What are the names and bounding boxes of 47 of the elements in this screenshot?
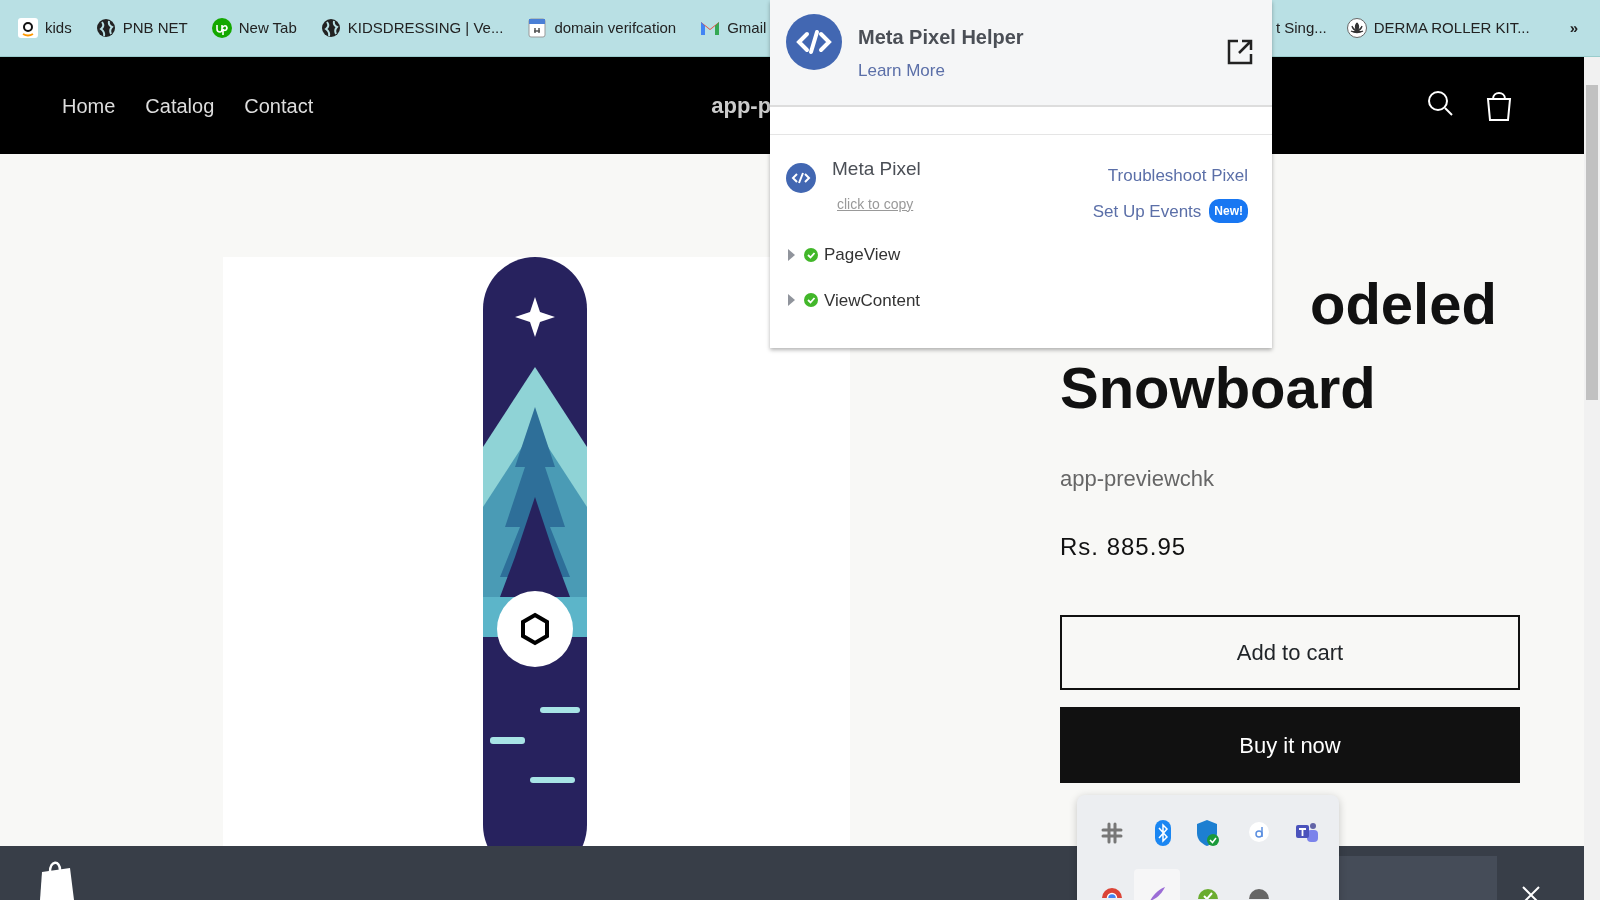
vendor-name: app-previewchk (1060, 465, 1216, 493)
bookmark-link[interactable]: KIDSDRESSING | Ve... (320, 16, 504, 40)
store-name[interactable]: app-p (711, 89, 772, 122)
bluetooth-icon[interactable] (1155, 820, 1171, 846)
bookmark-link[interactable]: Gmail (700, 16, 767, 40)
bookmark-link[interactable]: t Sing... (1275, 16, 1327, 40)
shopping-bag-icon (38, 860, 76, 900)
document-icon (527, 18, 548, 38)
nav-link[interactable]: Catalog (145, 90, 215, 121)
globe-icon (95, 18, 116, 38)
add-to-cart-button[interactable]: Add to cart (1060, 615, 1520, 690)
code-brackets-icon (786, 163, 816, 193)
shopping-bag-icon[interactable] (1485, 89, 1513, 122)
product-price: Rs. 885.95 (1060, 532, 1188, 562)
bookmark-link[interactable]: DERMA ROLLER KIT... (1346, 16, 1530, 40)
bookmark-link[interactable]: kids (18, 16, 72, 40)
more-bookmarks-button[interactable]: » (1569, 16, 1578, 40)
external-link-icon[interactable] (1226, 38, 1254, 66)
troubleshoot-link[interactable]: Troubleshoot Pixel (1107, 163, 1248, 189)
setup-events-link[interactable]: Set Up Events (1092, 198, 1202, 224)
learn-more-link[interactable]: Learn More (858, 58, 945, 84)
feather-icon (1148, 887, 1166, 900)
product-title: odeled Snowboard (1060, 270, 1498, 422)
search-icon[interactable] (1427, 89, 1453, 116)
caret-right-icon[interactable] (786, 294, 796, 307)
pixel-name: Meta Pixel (832, 157, 921, 181)
event-name[interactable]: PageView (824, 242, 901, 268)
scrollbar-thumb[interactable] (1586, 85, 1598, 400)
letter-d-icon[interactable] (1249, 821, 1269, 843)
nav-link[interactable]: Home (62, 90, 116, 121)
popup-title: Meta Pixel Helper (858, 25, 1024, 50)
bookmark-link[interactable]: PNB NET (95, 16, 188, 40)
globe-icon (320, 18, 341, 38)
people-icon[interactable] (1295, 821, 1319, 843)
bookmark-link[interactable]: domain verifcation (527, 16, 677, 40)
event-name[interactable]: ViewContent (824, 287, 921, 313)
buy-now-button[interactable]: Buy it now (1060, 707, 1520, 783)
new-badge: New! (1209, 199, 1248, 224)
up-logo-icon (211, 18, 232, 38)
caret-right-icon[interactable] (786, 248, 796, 261)
nav-link[interactable]: Contact (244, 90, 314, 121)
shopping-smile-icon (18, 18, 38, 38)
hash-icon[interactable] (1101, 822, 1123, 844)
lotus-icon (1346, 18, 1367, 38)
shield-icon[interactable] (1196, 819, 1220, 847)
close-icon[interactable] (1522, 886, 1540, 900)
bookmark-link[interactable]: New Tab (211, 16, 297, 40)
